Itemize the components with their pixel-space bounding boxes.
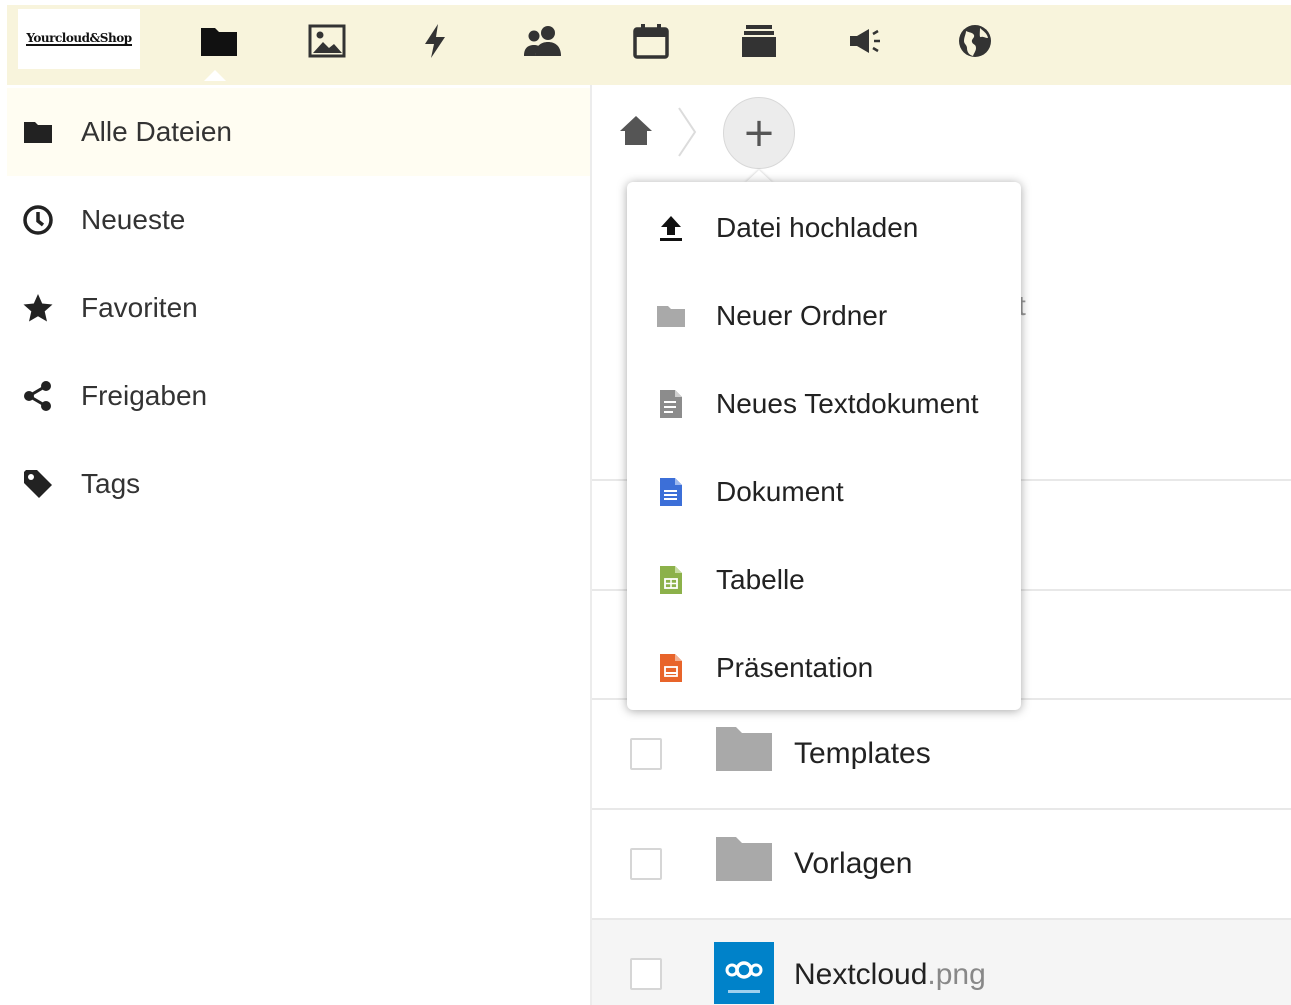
menu-item-presentation[interactable]: Präsentation: [627, 624, 1021, 712]
menu-item-spreadsheet[interactable]: Tabelle: [627, 536, 1021, 624]
sidebar-item-label: Favoriten: [81, 292, 198, 323]
upload-icon: [655, 212, 687, 244]
sidebar-item-tags[interactable]: Tags: [7, 440, 591, 528]
sidebar-item-label: Freigaben: [81, 380, 208, 411]
spreadsheet-icon: [655, 564, 687, 596]
sidebar-item-favorites[interactable]: Favoriten: [7, 264, 591, 352]
share-icon: [21, 379, 55, 413]
menu-item-label: Neuer Ordner: [716, 300, 888, 331]
nextcloud-thumbnail-icon: [714, 942, 774, 1004]
app-deck-icon[interactable]: [737, 19, 781, 63]
new-button[interactable]: +: [723, 97, 795, 169]
row-divider: [592, 808, 1291, 810]
active-app-caret: [204, 70, 226, 81]
app-announcements-icon[interactable]: [845, 19, 889, 63]
folder-icon: [655, 300, 687, 332]
tag-icon: [21, 467, 55, 501]
sidebar-item-recent[interactable]: Neueste: [7, 176, 591, 264]
folder-icon: [714, 721, 774, 781]
presentation-icon: [655, 652, 687, 684]
app-calendar-icon[interactable]: [629, 19, 673, 63]
plus-icon: +: [742, 110, 776, 156]
app-activity-icon[interactable]: [413, 19, 457, 63]
menu-item-label: Tabelle: [716, 564, 805, 595]
menu-item-label: Neues Textdokument: [716, 388, 979, 419]
table-row[interactable]: Templates: [592, 701, 1291, 809]
file-name[interactable]: Vorlagen: [794, 847, 912, 881]
app-photos-icon[interactable]: [305, 19, 349, 63]
menu-item-upload[interactable]: Datei hochladen: [627, 184, 1021, 272]
logo[interactable]: Yourcloud&Shop: [18, 9, 140, 69]
menu-item-new-text-document[interactable]: Neues Textdokument: [627, 360, 1021, 448]
table-row[interactable]: Vorlagen: [592, 811, 1291, 919]
sidebar-item-shares[interactable]: Freigaben: [7, 352, 591, 440]
star-icon: [21, 291, 55, 325]
new-file-menu: Datei hochladen Neuer Ordner Neues Textd…: [627, 182, 1021, 710]
select-checkbox[interactable]: [630, 958, 662, 990]
menu-item-document[interactable]: Dokument: [627, 448, 1021, 536]
sidebar-item-label: Neueste: [81, 204, 186, 235]
app-contacts-icon[interactable]: [521, 19, 565, 63]
logo-text: Yourcloud&Shop: [26, 31, 132, 46]
table-row[interactable]: Nextcloud.png: [592, 920, 1291, 1005]
home-icon[interactable]: [618, 113, 654, 149]
clock-icon: [21, 203, 55, 237]
file-name[interactable]: Templates: [794, 737, 931, 771]
select-checkbox[interactable]: [630, 848, 662, 880]
menu-item-new-folder[interactable]: Neuer Ordner: [627, 272, 1021, 360]
sidebar-item-label: Tags: [81, 468, 141, 499]
app-web-icon[interactable]: [953, 19, 997, 63]
menu-item-label: Dokument: [716, 476, 844, 507]
sidebar-item-label: Alle Dateien: [81, 116, 232, 147]
text-file-icon: [655, 388, 687, 420]
breadcrumb-separator-icon: [676, 106, 698, 158]
menu-item-label: Datei hochladen: [716, 212, 919, 243]
select-checkbox[interactable]: [630, 738, 662, 770]
folder-icon: [714, 831, 774, 891]
menu-item-label: Präsentation: [716, 652, 874, 683]
folder-icon: [21, 115, 55, 149]
sidebar-item-all-files[interactable]: Alle Dateien: [7, 88, 591, 176]
file-name[interactable]: Nextcloud.png: [794, 958, 986, 992]
top-header: Yourcloud&Shop: [7, 5, 1291, 85]
app-files-icon[interactable]: [197, 19, 241, 63]
document-icon: [655, 476, 687, 508]
